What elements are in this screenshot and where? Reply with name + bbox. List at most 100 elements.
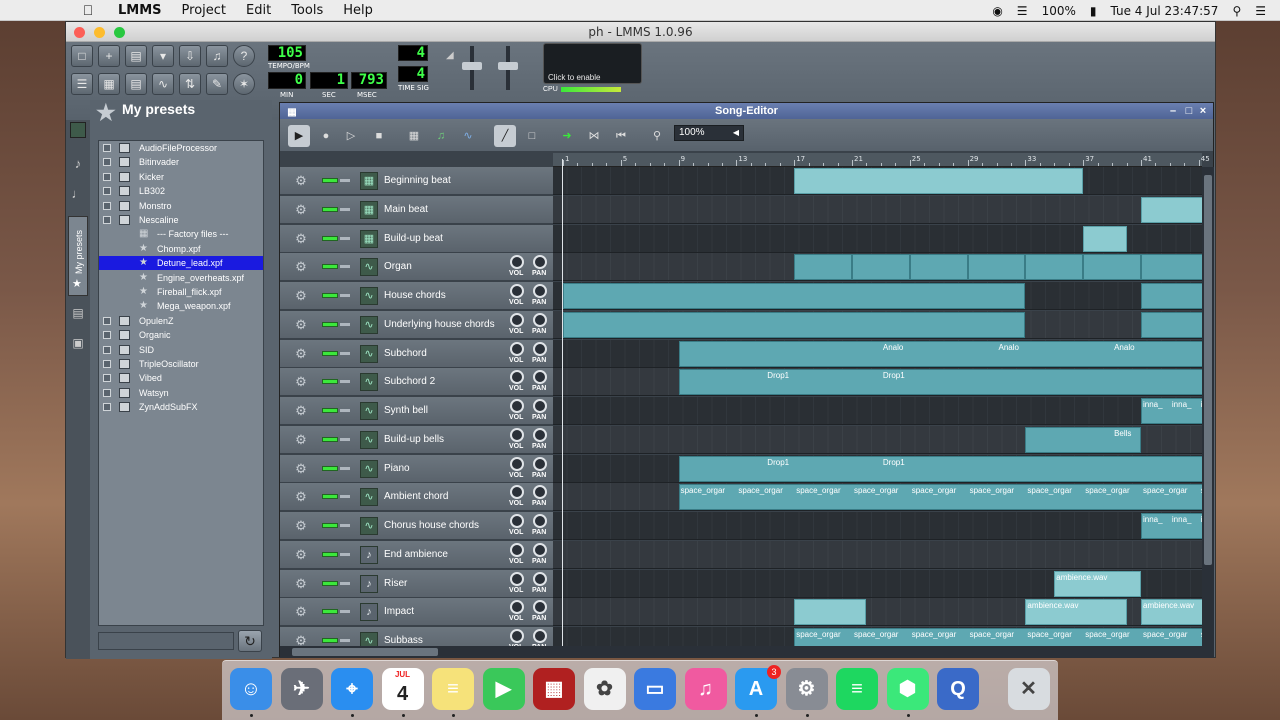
- track-header[interactable]: ⚙ ∿ Piano VOL PAN: [280, 454, 553, 483]
- minimize-icon[interactable]: –: [1167, 103, 1179, 119]
- photo-booth-icon[interactable]: ▦: [533, 668, 575, 710]
- track-settings-gear-icon[interactable]: ⚙: [294, 461, 308, 476]
- vertical-scroll-thumb[interactable]: [1204, 175, 1212, 565]
- apple-menu-icon[interactable]: : [68, 2, 108, 18]
- track-pattern-lane[interactable]: [553, 195, 1202, 224]
- instrument-track-icon[interactable]: ∿: [360, 287, 378, 305]
- controller-rack-toggle-button[interactable]: ✶: [233, 73, 255, 95]
- track-solo-toggle[interactable]: [340, 322, 350, 326]
- track-pan-knob[interactable]: [533, 485, 547, 500]
- track-settings-gear-icon[interactable]: ⚙: [294, 174, 308, 188]
- add-beat-track-button[interactable]: ▦: [403, 125, 425, 147]
- track-mute-toggle[interactable]: [322, 580, 338, 586]
- horizontal-scroll-thumb[interactable]: [292, 648, 438, 656]
- itunes-icon[interactable]: ♫: [684, 668, 727, 710]
- preset-tree-item[interactable]: ★ Mega_weapon.xpf: [99, 299, 263, 313]
- pattern-block[interactable]: [909, 254, 968, 281]
- track-settings-gear-icon[interactable]: ⚙: [294, 260, 308, 274]
- samples-tab-icon[interactable]: ♩: [70, 186, 86, 202]
- track-header[interactable]: ⚙∿SubbassVOLPAN: [280, 627, 553, 646]
- track-vol-knob[interactable]: [510, 514, 524, 528]
- track-pan-knob[interactable]: [533, 255, 547, 270]
- minimize-window-button[interactable]: [94, 27, 105, 38]
- my-presets-tab[interactable]: My presets ★: [68, 216, 88, 296]
- track-pan-knob[interactable]: [533, 370, 547, 385]
- notification-center-icon[interactable]: ☰: [1255, 4, 1266, 18]
- expand-icon[interactable]: [103, 144, 111, 152]
- refresh-button[interactable]: ↻: [238, 630, 262, 652]
- track-pan-knob[interactable]: [533, 284, 547, 298]
- track-solo-toggle[interactable]: [340, 380, 350, 384]
- track-solo-toggle[interactable]: [340, 495, 350, 499]
- instrument-track-icon[interactable]: ∿: [360, 373, 378, 392]
- piano-roll-toggle-button[interactable]: ▤: [125, 73, 147, 95]
- stop-button[interactable]: ■: [368, 125, 390, 147]
- track-pan-knob[interactable]: [533, 514, 547, 528]
- track-pattern-lane[interactable]: ambience.wav: [553, 569, 1202, 598]
- track-vol-knob[interactable]: [510, 629, 524, 643]
- track-header[interactable]: ⚙ ▦ Beginning beat: [280, 167, 553, 195]
- track-solo-toggle[interactable]: [340, 639, 350, 642]
- track-mute-toggle[interactable]: [322, 523, 338, 528]
- track-header[interactable]: ⚙ ∿ Build-up bells VOL PAN: [280, 425, 553, 454]
- keynote-icon[interactable]: ▭: [634, 668, 676, 710]
- time-sig-denominator[interactable]: 4: [398, 66, 428, 82]
- safari-icon[interactable]: ⌖: [331, 668, 373, 710]
- sample-track-icon[interactable]: ♪: [360, 574, 378, 593]
- battery-icon[interactable]: ▮: [1090, 4, 1097, 18]
- pattern-block[interactable]: [678, 455, 1202, 482]
- photos-icon[interactable]: ✿: [583, 668, 626, 710]
- track-pattern-lane[interactable]: [553, 167, 1202, 195]
- track-mute-toggle[interactable]: [322, 638, 338, 643]
- track-vol-knob[interactable]: [510, 571, 524, 586]
- track-header[interactable]: ⚙ ♪ Riser VOL PAN: [280, 569, 553, 598]
- instrument-track-icon[interactable]: ∿: [360, 488, 378, 507]
- track-settings-gear-icon[interactable]: ⚙: [294, 346, 308, 361]
- automation-editor-toggle-button[interactable]: ∿: [152, 73, 174, 95]
- pattern-block[interactable]: [794, 254, 852, 281]
- preset-tree-item[interactable]: ★ Fireball_flick.xpf: [99, 285, 263, 299]
- pattern-block[interactable]: [563, 311, 1026, 338]
- preset-tree-item[interactable]: ★ Detune_lead.xpf: [99, 256, 263, 271]
- track-mute-toggle[interactable]: [322, 609, 338, 615]
- restore-icon[interactable]: □: [1183, 103, 1195, 119]
- beat-track-icon[interactable]: ▦: [360, 229, 378, 248]
- track-pattern-lane[interactable]: space_orgar space_orgar space_orgar space_o…: [553, 483, 1202, 512]
- new-project-button[interactable]: □: [71, 45, 93, 67]
- quicktime-icon[interactable]: Q: [937, 668, 979, 710]
- menu-edit[interactable]: Edit: [236, 3, 281, 18]
- instrument-track-icon[interactable]: ∿: [360, 517, 378, 535]
- preset-tree-item[interactable]: Kicker: [99, 170, 263, 184]
- track-solo-toggle[interactable]: [340, 236, 350, 240]
- track-header[interactable]: ⚙ ∿ House chords VOL PAN: [280, 282, 553, 310]
- pattern-block[interactable]: [1141, 254, 1202, 281]
- preset-tree-item[interactable]: AudioFileProcessor: [99, 141, 263, 155]
- track-pan-knob[interactable]: [533, 312, 547, 327]
- track-solo-toggle[interactable]: [340, 552, 350, 556]
- add-automation-track-button[interactable]: ∿: [457, 125, 479, 147]
- track-pan-knob[interactable]: [533, 629, 547, 643]
- track-pattern-lane[interactable]: Bells: [553, 425, 1202, 454]
- track-mute-toggle[interactable]: [322, 350, 338, 356]
- instrument-track-icon[interactable]: ∿: [360, 430, 378, 449]
- timeline-ruler[interactable]: 1 5 9 13 17 21 25 29 33 37 41 45: [553, 153, 1210, 167]
- record-while-playing-button[interactable]: ▷: [340, 125, 362, 147]
- track-solo-toggle[interactable]: [340, 524, 350, 527]
- menu-help[interactable]: Help: [333, 3, 383, 18]
- pattern-block[interactable]: [1141, 196, 1202, 223]
- track-pattern-lane[interactable]: [553, 310, 1202, 339]
- instrument-track-icon[interactable]: ∿: [360, 632, 378, 646]
- pattern-block[interactable]: [1083, 254, 1141, 281]
- master-pitch-handle[interactable]: [498, 62, 518, 70]
- track-mute-toggle[interactable]: [322, 436, 338, 442]
- track-pattern-lane[interactable]: Drop1 Drop1: [553, 454, 1202, 483]
- song-editor-toggle-button[interactable]: ☰: [71, 73, 93, 95]
- instrument-plugins-tab-icon[interactable]: [70, 122, 86, 138]
- close-window-button[interactable]: [74, 27, 85, 38]
- expand-icon[interactable]: [103, 331, 111, 340]
- expand-icon[interactable]: [103, 360, 111, 368]
- expand-icon[interactable]: [103, 172, 111, 181]
- preset-tree-item[interactable]: ★ Chomp.xpf: [99, 242, 263, 256]
- track-settings-gear-icon[interactable]: ⚙: [294, 404, 308, 418]
- preset-tree-item[interactable]: LB302: [99, 184, 263, 198]
